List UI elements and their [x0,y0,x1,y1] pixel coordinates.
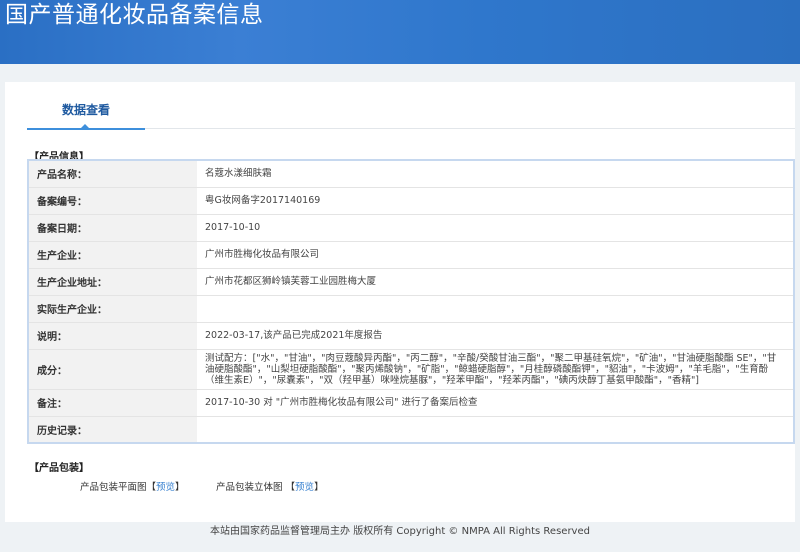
row-label: 备案编号： [28,187,197,215]
footer-copyright: 本站由国家药品监督管理局主办 版权所有 Copyright © NMPA All… [210,526,590,537]
preview-link-flat[interactable]: 预览 [156,482,175,493]
row-value: 2022-03-17,该产品已完成2021年度报告 [197,322,794,350]
row-value [197,416,794,444]
table-row: 生产企业： 广州市胜梅化妆品有限公司 [28,241,794,269]
row-label: 备注： [28,389,197,417]
packaging-item-3d: 产品包装立体图 【预览】 [216,482,324,493]
tab-arrow-icon [81,124,89,128]
row-value: 2017-10-10 [197,214,794,242]
packaging-title: 【产品包装】 [29,463,89,474]
row-value: 2017-10-30 对 "广州市胜梅化妆品有限公司" 进行了备案后检查 [197,389,794,417]
packaging-item-flat: 产品包装平面图【预览】 [80,482,185,493]
row-value: 广州市花都区狮岭镇芙蓉工业园胜梅大厦 [197,268,794,296]
table-row: 生产企业地址： 广州市花都区狮岭镇芙蓉工业园胜梅大厦 [28,268,794,296]
page-title: 国产普通化妆品备案信息 [5,2,264,28]
content-panel: 数据查看 【产品信息】 产品名称： 名蔻水漾细肤霜 备案编号： 粤G妆网备字20171… [5,82,795,522]
row-label: 生产企业： [28,241,197,269]
row-label: 说明： [28,322,197,350]
row-label: 产品名称： [28,160,197,188]
row-label: 生产企业地址： [28,268,197,296]
table-row: 备案日期： 2017-10-10 [28,214,794,242]
page-header: 国产普通化妆品备案信息 [0,0,800,64]
table-row: 实际生产企业： [28,295,794,323]
row-label: 实际生产企业： [28,295,197,323]
row-value [197,295,794,323]
row-label: 历史记录： [28,416,197,444]
preview-link-3d[interactable]: 预览 [295,482,314,493]
table-row: 备注： 2017-10-30 对 "广州市胜梅化妆品有限公司" 进行了备案后检查 [28,389,794,417]
row-value: 粤G妆网备字2017140169 [197,187,794,215]
row-value: 名蔻水漾细肤霜 [197,160,794,188]
table-row: 产品名称： 名蔻水漾细肤霜 [28,160,794,188]
tab-divider [145,128,795,129]
product-info-table: 产品名称： 名蔻水漾细肤霜 备案编号： 粤G妆网备字2017140169 备案日期： 20… [27,159,795,444]
table-row: 说明： 2022-03-17,该产品已完成2021年度报告 [28,322,794,350]
tab-active-indicator [27,128,145,130]
tab-data-view[interactable]: 数据查看 [27,100,145,120]
row-value: 广州市胜梅化妆品有限公司 [197,241,794,269]
table-row: 成分： 测试配方：["水"，"甘油"，"肉豆蔻酸异丙酯"，"丙二醇"，"辛酸/癸酸… [28,349,794,390]
row-label: 备案日期： [28,214,197,242]
table-row: 备案编号： 粤G妆网备字2017140169 [28,187,794,215]
row-value: 测试配方：["水"，"甘油"，"肉豆蔻酸异丙酯"，"丙二醇"，"辛酸/癸酸甘油三… [197,349,794,390]
table-row: 历史记录： [28,416,794,444]
row-label: 成分： [28,349,197,390]
